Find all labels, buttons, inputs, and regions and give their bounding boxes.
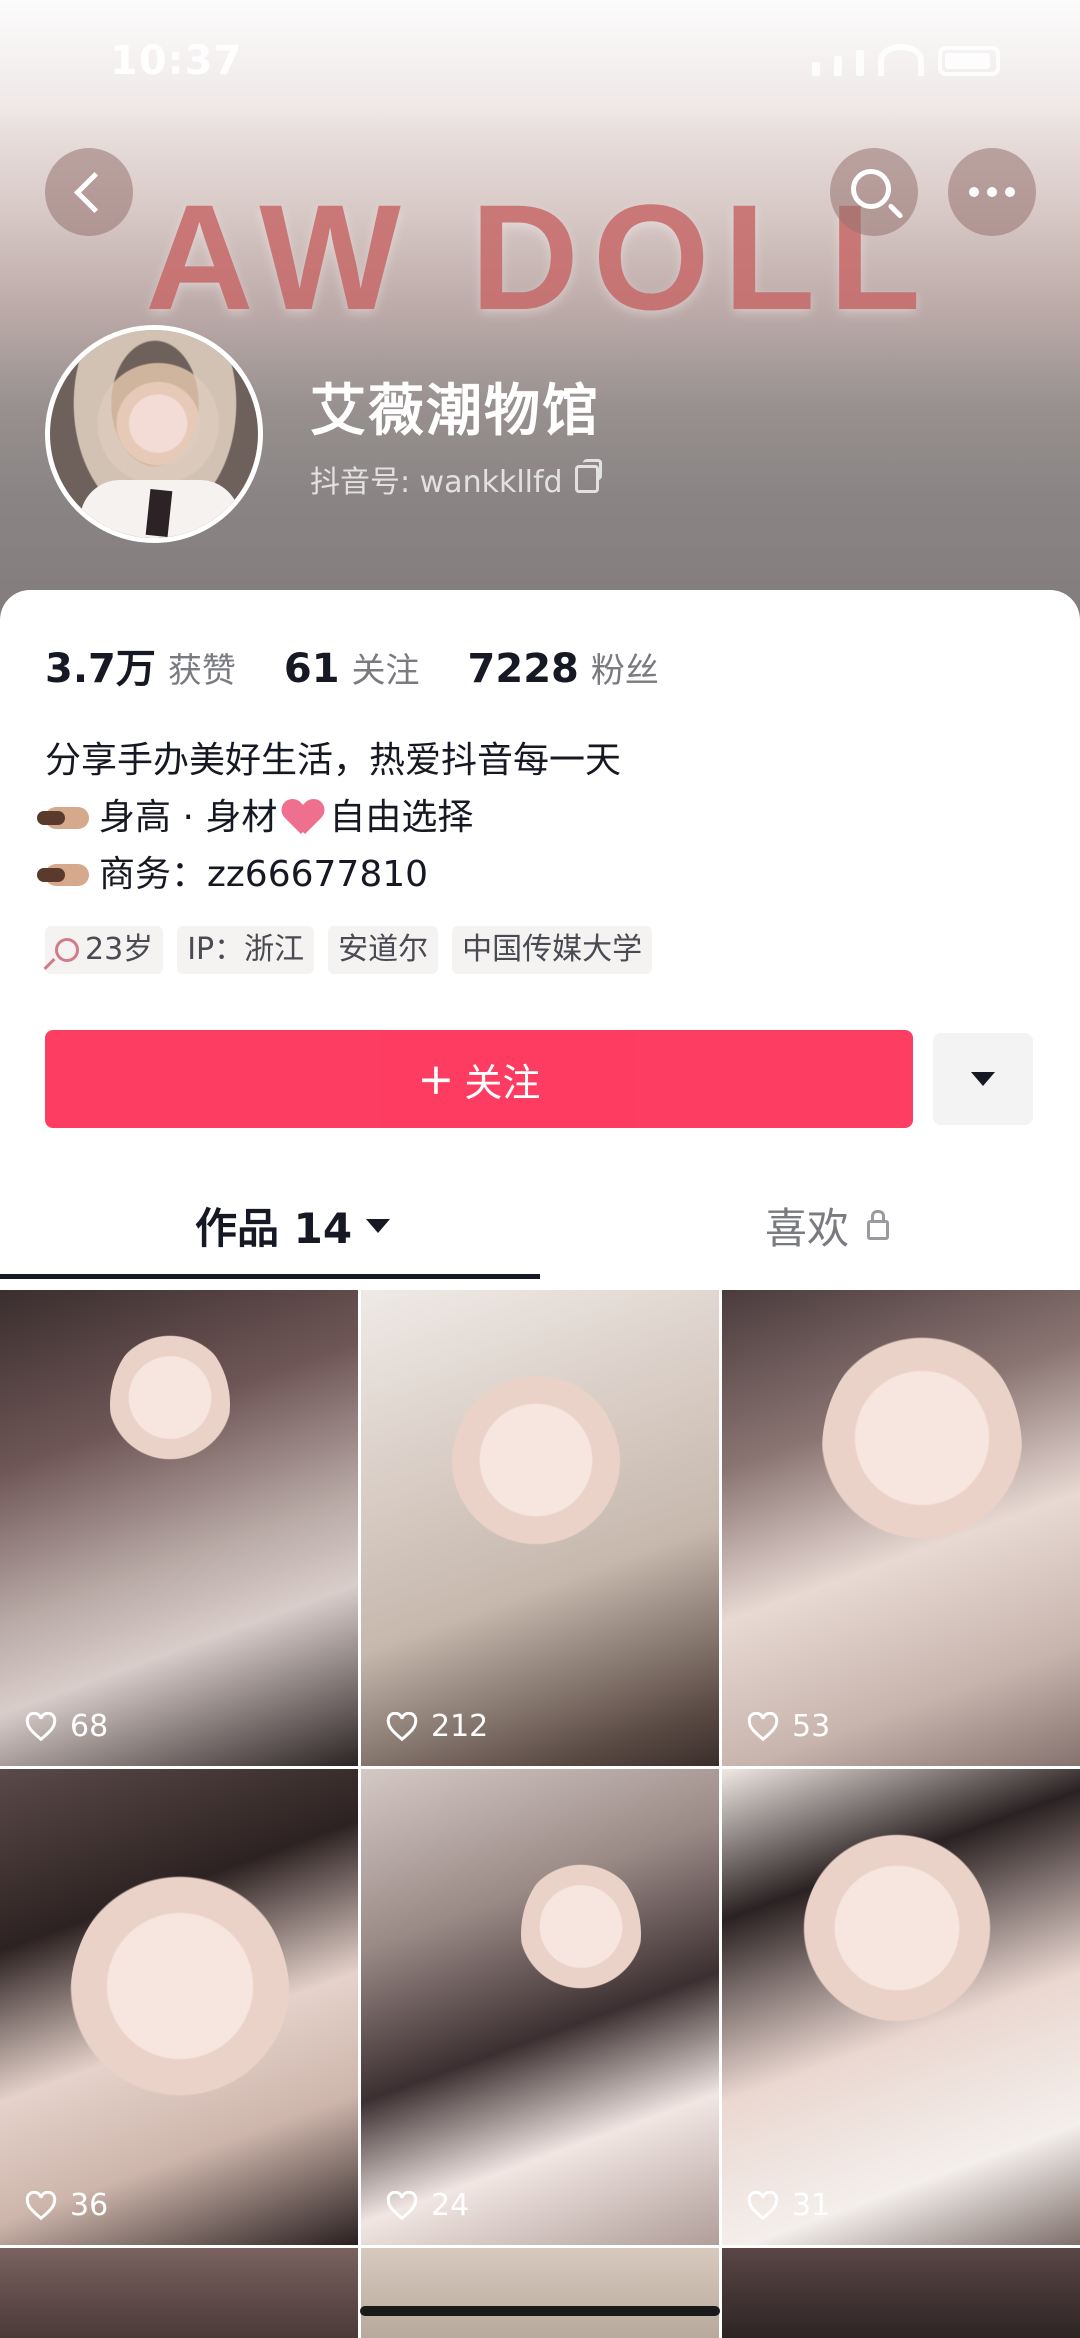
video-thumbnail[interactable]: [361, 2248, 719, 2338]
pointing-hand-icon: [37, 863, 89, 886]
video-likes: 53: [746, 1709, 830, 1744]
video-likes: 24: [385, 2188, 469, 2223]
plus-icon: +: [417, 1053, 455, 1105]
video-thumbnail[interactable]: 53: [722, 1290, 1080, 1766]
video-thumbnail[interactable]: 24: [361, 1769, 719, 2245]
status-bar: 10:37: [0, 0, 1080, 130]
home-indicator: [360, 2306, 720, 2316]
heart-outline-icon: [747, 2190, 779, 2220]
profile-tags: 23岁 IP：浙江 安道尔 中国传媒大学: [45, 926, 653, 974]
bio-line: 身高 · 身材 自由选择: [37, 789, 621, 846]
follow-label: 关注: [464, 1060, 541, 1105]
video-thumbnail[interactable]: [0, 2248, 358, 2338]
tag-age: 23岁: [45, 926, 164, 974]
video-grid: 68 212 53 36 24 31: [0, 1290, 1080, 2338]
douyin-id-row[interactable]: 抖音号: wankkllfd: [310, 457, 602, 501]
bio-line: 分享手办美好生活，热爱抖音每一天: [45, 740, 622, 781]
profile-bio: 分享手办美好生活，热爱抖音每一天 身高 · 身材 自由选择 商务：zz66677…: [37, 732, 622, 903]
battery-icon: [938, 46, 1000, 76]
heart-icon: [283, 800, 323, 836]
back-button[interactable]: [45, 148, 133, 236]
video-thumbnail[interactable]: 212: [361, 1290, 719, 1766]
search-button[interactable]: [830, 148, 918, 236]
caret-down-icon: [366, 1218, 391, 1233]
tag-school[interactable]: 中国传媒大学: [452, 926, 653, 974]
status-icons: [812, 44, 1000, 76]
heart-outline-icon: [386, 2190, 418, 2220]
video-thumbnail[interactable]: 31: [722, 1769, 1080, 2245]
pointing-hand-icon: [37, 806, 89, 829]
video-thumbnail[interactable]: 36: [0, 1769, 358, 2245]
tab-likes[interactable]: 喜欢: [765, 1195, 890, 1256]
more-button[interactable]: [948, 148, 1036, 236]
content-tabs: 作品 14 喜欢: [0, 1195, 1080, 1275]
heart-outline-icon: [25, 1711, 57, 1741]
search-icon: [851, 169, 891, 209]
video-likes: 31: [746, 2188, 830, 2223]
stat-following[interactable]: 61 关注: [284, 643, 420, 692]
signal-icon: [856, 50, 864, 76]
douyin-id: 抖音号: wankkllfd: [310, 465, 563, 500]
more-icon: [969, 187, 1015, 197]
female-icon: [55, 938, 79, 962]
recommend-dropdown-button[interactable]: [933, 1033, 1033, 1125]
video-likes: 36: [24, 2188, 108, 2223]
tag-location[interactable]: 安道尔: [328, 926, 439, 974]
video-thumbnail[interactable]: 68: [0, 1290, 358, 1766]
wifi-icon: [878, 44, 924, 76]
copy-icon[interactable]: [574, 459, 602, 493]
tab-indicator: [0, 1274, 540, 1279]
profile-banner: 10:37 AW DOLL 艾薇潮物馆 抖音号: wankkllfd: [0, 0, 1080, 620]
status-time: 10:37: [110, 38, 243, 84]
signal-icon: [812, 62, 820, 76]
stats-row: 3.7万 获赞 61 关注 7228 粉丝: [45, 636, 659, 694]
stat-likes[interactable]: 3.7万 获赞: [45, 636, 236, 694]
chevron-left-icon: [73, 171, 115, 213]
heart-outline-icon: [747, 1711, 779, 1741]
heart-outline-icon: [25, 2190, 57, 2220]
video-likes: 68: [24, 1709, 108, 1744]
caret-down-icon: [971, 1072, 995, 1086]
signal-icon: [834, 56, 842, 76]
bio-line: 商务：zz66677810: [37, 846, 621, 903]
tab-works[interactable]: 作品 14: [195, 1195, 391, 1256]
heart-outline-icon: [386, 1711, 418, 1741]
video-thumbnail[interactable]: [722, 2248, 1080, 2338]
tag-ip: IP：浙江: [177, 926, 315, 974]
video-likes: 212: [385, 1709, 488, 1744]
follow-button[interactable]: + 关注: [45, 1030, 913, 1128]
banner-brand-text: AW DOLL: [145, 173, 935, 341]
lock-icon: [867, 1209, 890, 1240]
avatar[interactable]: [45, 325, 263, 543]
profile-name: 艾薇潮物馆: [310, 379, 600, 444]
stat-followers[interactable]: 7228 粉丝: [468, 643, 659, 692]
